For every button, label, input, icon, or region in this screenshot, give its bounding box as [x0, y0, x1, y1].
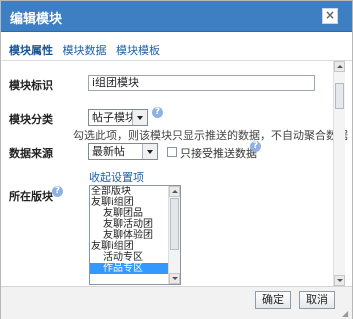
- module-category-value: 帖子模块: [92, 111, 136, 124]
- collapse-settings-link[interactable]: 收起设置项: [89, 169, 144, 185]
- module-category-select[interactable]: 帖子模块: [88, 109, 148, 126]
- cancel-button[interactable]: 取消: [299, 291, 335, 309]
- help-icon[interactable]: ?: [52, 186, 63, 197]
- module-id-label: 模块标识: [9, 79, 53, 92]
- scroll-up-icon[interactable]: [334, 61, 345, 72]
- tab-bar: 模块属性 模块数据 模块模板: [9, 42, 166, 58]
- scroll-down-icon[interactable]: [334, 275, 345, 286]
- scrollbar-thumb[interactable]: [335, 83, 344, 109]
- list-item[interactable]: 友聊i组团: [90, 197, 180, 208]
- scroll-down-icon[interactable]: [169, 273, 180, 284]
- module-category-label: 模块分类: [9, 113, 53, 126]
- scrollbar-thumb[interactable]: [170, 198, 179, 250]
- list-item[interactable]: 友聊体验团: [90, 230, 180, 241]
- data-source-select[interactable]: 最新帖: [88, 143, 158, 160]
- dialog-scrollbar[interactable]: [333, 61, 345, 286]
- chevron-down-icon: [132, 110, 147, 125]
- edit-module-dialog: 编辑模块 × 模块属性 模块数据 模块模板 模块标识 i组团模块 模块分类 帖子…: [0, 0, 353, 319]
- board-label: 所在版块: [9, 190, 53, 203]
- resize-grip-icon[interactable]: ◢: [342, 309, 350, 318]
- category-hint-text: 勾选此项，则该模块只显示推送的数据，不自动聚合数据: [73, 129, 348, 142]
- help-icon[interactable]: ?: [152, 107, 163, 118]
- list-item[interactable]: 作品专区: [90, 263, 180, 274]
- data-source-label: 数据来源: [9, 147, 53, 160]
- list-item[interactable]: 友聊团品: [90, 208, 180, 219]
- scroll-up-icon[interactable]: [169, 186, 180, 197]
- list-item[interactable]: 友聊活动团: [90, 219, 180, 230]
- dialog-footer: 确定 取消 ◢: [1, 286, 352, 319]
- tab-module-data[interactable]: 模块数据: [63, 42, 107, 58]
- tab-module-properties[interactable]: 模块属性: [9, 42, 53, 58]
- form-area: 模块标识 i组团模块 模块分类 帖子模块 ? 勾选此项，则该模块只显示推送的数据…: [1, 61, 352, 286]
- help-icon[interactable]: ?: [250, 141, 261, 152]
- chevron-down-icon: [142, 144, 157, 159]
- push-only-checkbox[interactable]: [167, 147, 177, 157]
- data-source-value: 最新帖: [92, 145, 125, 158]
- dialog-title: 编辑模块: [10, 12, 63, 27]
- push-only-label: 只接受推送数据: [180, 147, 257, 160]
- dialog-titlebar: 编辑模块 ×: [1, 1, 352, 32]
- confirm-button[interactable]: 确定: [255, 291, 291, 309]
- close-icon[interactable]: ×: [322, 8, 338, 24]
- tab-module-template[interactable]: 模块模板: [116, 42, 160, 58]
- listbox-scrollbar[interactable]: [168, 186, 180, 284]
- list-item[interactable]: 全部版块: [90, 186, 180, 197]
- list-item[interactable]: 活动专区: [90, 252, 180, 263]
- board-listbox[interactable]: 全部版块 友聊i组团 友聊团品 友聊活动团 友聊体验团 友聊i组团 活动专区 作…: [89, 185, 181, 285]
- module-id-input[interactable]: i组团模块: [88, 75, 315, 91]
- list-item[interactable]: 友聊i组团: [90, 241, 180, 252]
